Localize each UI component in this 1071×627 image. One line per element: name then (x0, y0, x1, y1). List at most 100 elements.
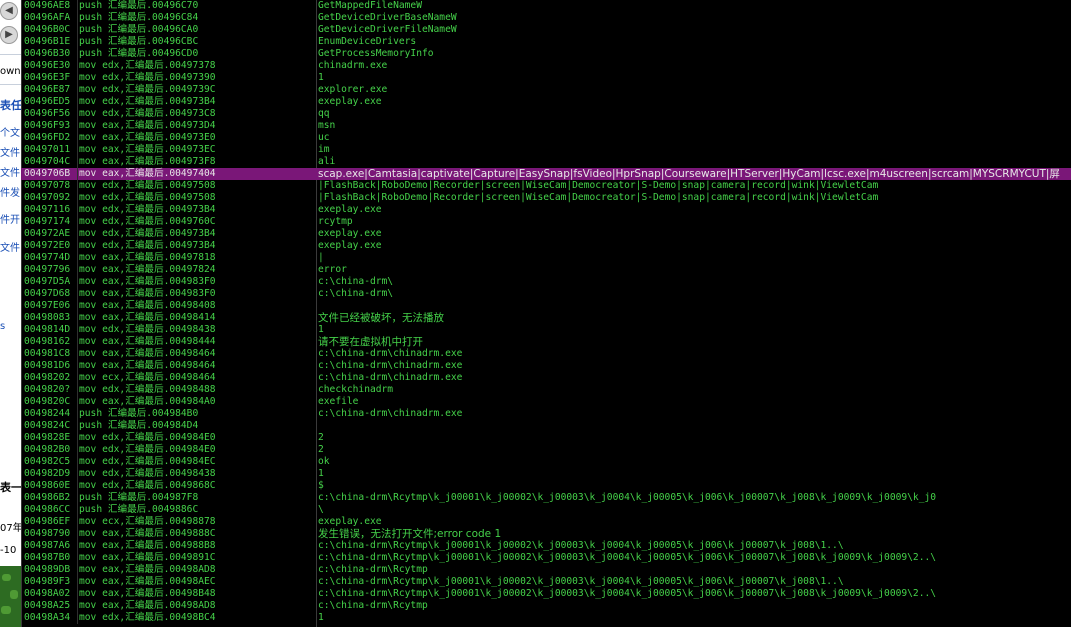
row-string-comment: c:\china-drm\ (318, 276, 394, 287)
disasm-row[interactable]: 004987A6 mov eax,汇编最后.004988B8 c:\china-dr… (21, 540, 1071, 552)
row-divider (77, 456, 78, 468)
row-instruction: mov edx,汇编最后.00498BC4 (79, 612, 216, 623)
disasm-row[interactable]: 004987B0 mov eax,汇编最后.0049891C c:\china-dr… (21, 552, 1071, 564)
disasm-row[interactable]: 00497174 mov edx,汇编最后.0049760C rcytmp (21, 216, 1071, 228)
row-divider (77, 468, 78, 480)
row-instruction: mov edx,汇编最后.0049739C (79, 84, 216, 95)
back-icon[interactable]: ◀ (0, 2, 18, 20)
row-address: 00498A34 (24, 612, 71, 623)
row-divider (77, 348, 78, 360)
bg-text-fragment: -10 (0, 545, 17, 556)
disasm-row[interactable]: 0049774D mov eax,汇编最后.00497818 | (21, 252, 1071, 264)
row-string-comment: 2 (318, 444, 324, 455)
row-divider (77, 144, 78, 156)
disasm-row[interactable]: 00496F56 mov edx,汇编最后.004973C8 qq (21, 108, 1071, 120)
disasm-row[interactable]: 0049828E mov edx,汇编最后.004984E0 2 (21, 432, 1071, 444)
row-address: 00497116 (24, 204, 71, 215)
disasm-row[interactable]: 0049704C mov eax,汇编最后.004973F8 ali (21, 156, 1071, 168)
disasm-row[interactable]: 00497078 mov edx,汇编最后.00497508 |FlashBack|… (21, 180, 1071, 192)
bg-link-fragment[interactable]: s (0, 321, 5, 333)
disasm-row[interactable]: 00498202 mov ecx,汇编最后.00498464 c:\china-dr… (21, 372, 1071, 384)
disasm-row[interactable]: 00498083 mov eax,汇编最后.00498414 文件已经被破坏，无法播… (21, 312, 1071, 324)
disasm-row[interactable]: 004982D9 mov edx,汇编最后.00498438 1 (21, 468, 1071, 480)
row-string-comment: GetDeviceDriverBaseNameW (318, 12, 457, 23)
disasm-row[interactable]: 00496FD2 mov eax,汇编最后.004973E0 uc (21, 132, 1071, 144)
row-string-comment: 发生错误，无法打开文件;error code 1 (318, 528, 502, 540)
row-string-comment: c:\china-drm\Rcytmp (318, 600, 428, 611)
disasm-row[interactable]: 00497796 mov eax,汇编最后.00497824 error (21, 264, 1071, 276)
disassembly-rows: 00496AE8 push 汇编最后.00496C70 GetMappedFileN… (21, 0, 1071, 624)
row-address: 00496B1E (24, 36, 71, 47)
disasm-row[interactable]: 00498A25 mov eax,汇编最后.00498AD8 c:\china-dr… (21, 600, 1071, 612)
disasm-row[interactable]: 004982C5 mov edx,汇编最后.004984EC ok (21, 456, 1071, 468)
disasm-row[interactable]: 004972E0 mov edx,汇编最后.004973B4 exeplay.exe (21, 240, 1071, 252)
disasm-row[interactable]: 004989F3 mov eax,汇编最后.00498AEC c:\china-dr… (21, 576, 1071, 588)
row-instruction: mov eax,汇编最后.004988B8 (79, 540, 216, 551)
disasm-row[interactable]: 004986B2 push 汇编最后.004987F8 c:\china-drm\R… (21, 492, 1071, 504)
disasm-row[interactable]: 004972AE mov edx,汇编最后.004973B4 exeplay.exe (21, 228, 1071, 240)
row-divider (77, 384, 78, 396)
row-instruction: push 汇编最后.004984B0 (79, 408, 199, 419)
disasm-row[interactable]: 00498A34 mov edx,汇编最后.00498BC4 1 (21, 612, 1071, 624)
disasm-row[interactable]: 00497D5A mov eax,汇编最后.004983F0 c:\china-dr… (21, 276, 1071, 288)
disasm-row[interactable]: 00496B30 push 汇编最后.00496CD0 GetProcessMemo… (21, 48, 1071, 60)
row-address: 004982D9 (24, 468, 71, 479)
disasm-row[interactable]: 00496E87 mov edx,汇编最后.0049739C explorer.ex… (21, 84, 1071, 96)
disassembly-panel[interactable]: 00496AE8 push 汇编最后.00496C70 GetMappedFileN… (21, 0, 1071, 627)
row-string-comment: GetProcessMemoryInfo (318, 48, 434, 59)
disasm-row[interactable]: 004986EF mov ecx,汇编最后.00498878 exeplay.exe (21, 516, 1071, 528)
bg-link-fragment[interactable]: 文件 (0, 243, 20, 255)
disasm-row-selected[interactable]: 0049706B mov eax,汇编最后.00497404 scap.exe|Ca… (21, 168, 1071, 180)
bg-link-fragment[interactable]: 件开 (0, 215, 20, 227)
row-divider (77, 36, 78, 48)
row-string-comment: im (318, 144, 330, 155)
row-instruction: mov eax,汇编最后.0049888C (79, 528, 216, 539)
disasm-row[interactable]: 004982B0 mov edx,汇编最后.004984E0 2 (21, 444, 1071, 456)
disasm-row[interactable]: 00498790 mov eax,汇编最后.0049888C 发生错误，无法打开文件… (21, 528, 1071, 540)
disasm-row[interactable]: 00496B0C push 汇编最后.00496CA0 GetDeviceDrive… (21, 24, 1071, 36)
disasm-row[interactable]: 00496E3F mov edx,汇编最后.00497390 1 (21, 72, 1071, 84)
forward-icon[interactable]: ▶ (0, 26, 18, 44)
disasm-row[interactable]: 00497E06 mov eax,汇编最后.00498408 (21, 300, 1071, 312)
disasm-row[interactable]: 0049814D mov edx,汇编最后.00498438 1 (21, 324, 1071, 336)
leaf-shape (2, 574, 11, 581)
row-string-comment: msn (318, 120, 336, 131)
disasm-row[interactable]: 00497092 mov edx,汇编最后.00497508 |FlashBack|… (21, 192, 1071, 204)
row-instruction: mov eax,汇编最后.004973EC (79, 144, 216, 155)
disasm-row[interactable]: 00496E30 mov edx,汇编最后.00497378 chinadrm.ex… (21, 60, 1071, 72)
leaf-shape (1, 606, 11, 614)
row-address: 00498A25 (24, 600, 71, 611)
row-divider (77, 516, 78, 528)
disasm-row[interactable]: 004981D6 mov eax,汇编最后.00498464 c:\china-dr… (21, 360, 1071, 372)
row-string-comment: 2 (318, 432, 324, 443)
disasm-row[interactable]: 0049820C mov eax,汇编最后.004984A0 exefile (21, 396, 1071, 408)
disasm-row[interactable]: 00498A02 mov eax,汇编最后.00498B48 c:\china-dr… (21, 588, 1071, 600)
disasm-row[interactable]: 0049820? mov edx,汇编最后.00498488 checkchinad… (21, 384, 1071, 396)
row-instruction: push 汇编最后.004987F8 (79, 492, 199, 503)
disasm-row[interactable]: 0049824C push 汇编最后.004984D4 (21, 420, 1071, 432)
disasm-row[interactable]: 00496F93 mov eax,汇编最后.004973D4 msn (21, 120, 1071, 132)
disasm-row[interactable]: 00496B1E push 汇编最后.00496CBC EnumDeviceDriv… (21, 36, 1071, 48)
disasm-row[interactable]: 00497011 mov eax,汇编最后.004973EC im (21, 144, 1071, 156)
disasm-row[interactable]: 00498162 mov eax,汇编最后.00498444 请不要在虚拟机中打开 (21, 336, 1071, 348)
bg-link-fragment[interactable]: 件发 (0, 188, 20, 200)
bg-link-fragment[interactable]: 个文 (0, 128, 20, 140)
disasm-row[interactable]: 00497116 mov edx,汇编最后.004973B4 exeplay.exe (21, 204, 1071, 216)
bg-link-fragment[interactable]: 文件 (0, 148, 20, 160)
disasm-row[interactable]: 00496AFA push 汇编最后.00496C84 GetDeviceDrive… (21, 12, 1071, 24)
disasm-row[interactable]: 00496AE8 push 汇编最后.00496C70 GetMappedFileN… (21, 0, 1071, 12)
disasm-row[interactable]: 004981C8 mov eax,汇编最后.00498464 c:\china-dr… (21, 348, 1071, 360)
row-string-comment: c:\china-drm\ (318, 288, 394, 299)
disasm-row[interactable]: 004989DB mov eax,汇编最后.00498AD8 c:\china-dr… (21, 564, 1071, 576)
row-instruction: mov edx,汇编最后.00497508 (79, 192, 216, 203)
disasm-row[interactable]: 00498244 push 汇编最后.004984B0 c:\china-drm\c… (21, 408, 1071, 420)
bg-link-fragment[interactable]: 文件 (0, 168, 20, 180)
disasm-row[interactable]: 004986CC push 汇编最后.0049886C \ (21, 504, 1071, 516)
row-instruction: mov edx,汇编最后.004973C8 (79, 108, 216, 119)
row-divider (77, 216, 78, 228)
disasm-row[interactable]: 00496ED5 mov edx,汇编最后.004973B4 exeplay.exe (21, 96, 1071, 108)
disasm-row[interactable]: 00497D68 mov eax,汇编最后.004983F0 c:\china-dr… (21, 288, 1071, 300)
row-divider (77, 444, 78, 456)
disasm-row[interactable]: 0049860E mov edx,汇编最后.0049868C $ (21, 480, 1071, 492)
row-address: 004986CC (24, 504, 71, 515)
